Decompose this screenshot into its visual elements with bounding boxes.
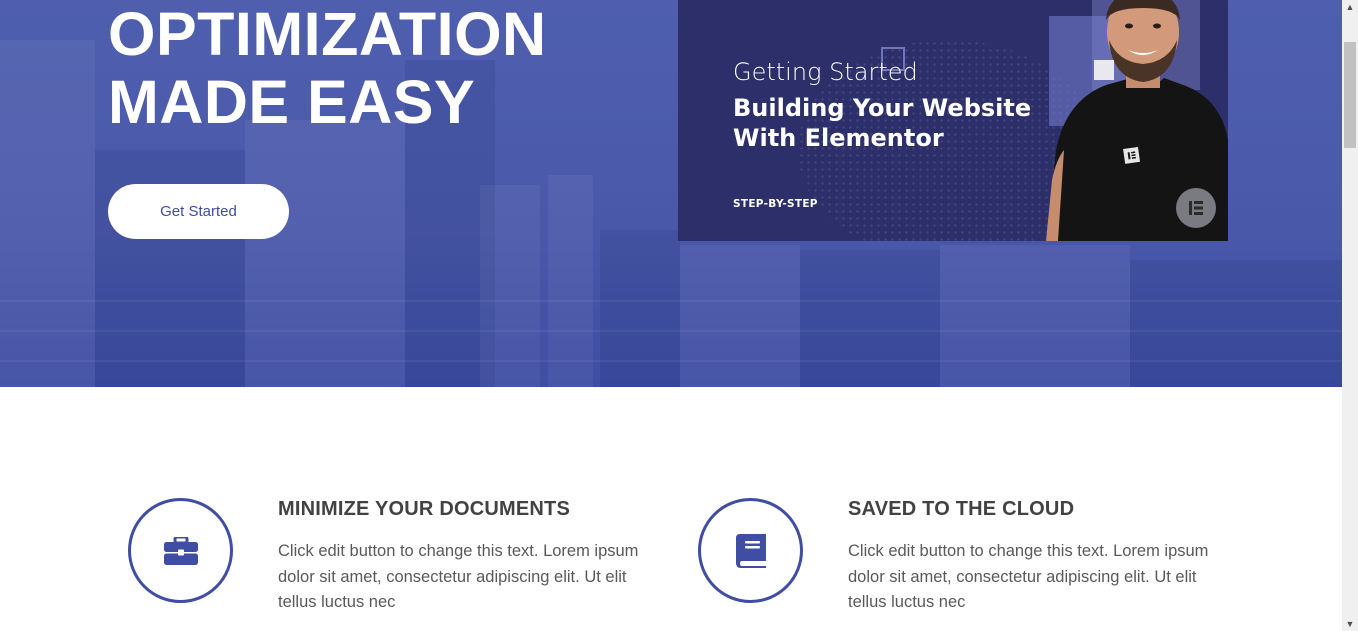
background-building <box>0 40 95 387</box>
book-icon <box>735 533 766 568</box>
video-thumbnail[interactable]: Getting Started Building Your Website Wi… <box>678 0 1228 241</box>
get-started-button[interactable]: Get Started <box>108 184 289 239</box>
hero-title-line: MADE EASY <box>108 68 476 136</box>
background-detail <box>0 330 1342 332</box>
scroll-down-arrow-icon[interactable]: ▼ <box>1342 617 1358 631</box>
video-tag: STEP-BY-STEP <box>733 198 818 210</box>
feature-icon-circle <box>698 498 803 603</box>
feature-text: Click edit button to change this text. L… <box>848 542 1209 611</box>
background-building <box>480 185 540 387</box>
elementor-logo-icon <box>1176 188 1216 228</box>
briefcase-icon <box>163 536 198 565</box>
video-title: Building Your Website With Elementor <box>733 93 1031 153</box>
elementor-glyph <box>1189 201 1203 215</box>
feature-icon-circle <box>128 498 233 603</box>
background-building <box>600 230 680 387</box>
video-subtitle: Getting Started <box>733 58 918 86</box>
background-building <box>680 245 800 387</box>
background-detail <box>0 360 1342 362</box>
background-building <box>940 245 1130 387</box>
decor-square <box>1094 60 1114 80</box>
hero-section: OPTIMIZATION MADE EASY Get Started Getti… <box>0 0 1342 387</box>
background-detail <box>0 300 1342 302</box>
hero-title: OPTIMIZATION MADE EASY <box>108 0 547 136</box>
hero-title-line: OPTIMIZATION <box>108 0 547 68</box>
background-building <box>800 250 940 387</box>
scroll-up-arrow-icon[interactable]: ▲ <box>1342 0 1358 14</box>
background-building <box>548 175 593 387</box>
video-title-line: Building Your Website <box>733 94 1032 122</box>
scrollbar-thumb[interactable] <box>1344 42 1356 148</box>
background-building <box>245 120 405 387</box>
background-building <box>1130 260 1342 387</box>
feature-title: SAVED TO THE CLOUD <box>848 498 1075 520</box>
vertical-scrollbar[interactable]: ▲ ▼ <box>1342 0 1358 631</box>
feature-text: Click edit button to change this text. L… <box>278 542 639 611</box>
video-title-line: With Elementor <box>733 124 944 152</box>
feature-title: MINIMIZE YOUR DOCUMENTS <box>278 498 571 520</box>
